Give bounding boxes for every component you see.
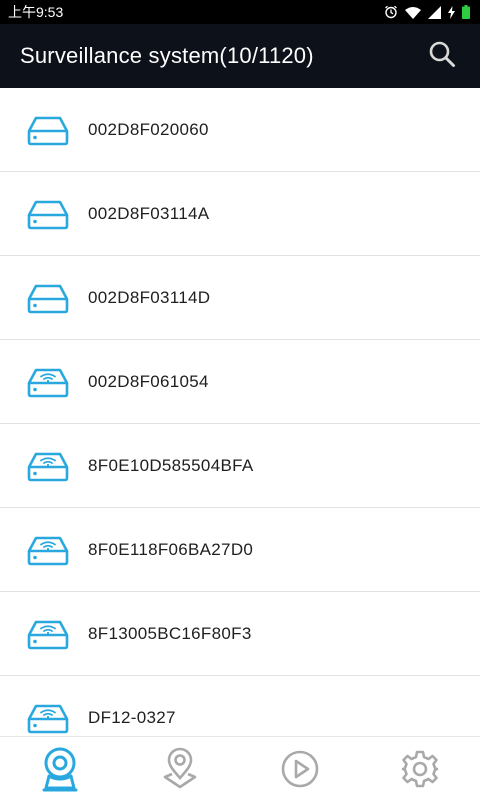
search-icon [428,40,456,73]
device-row[interactable]: 002D8F020060 [0,88,480,172]
device-row[interactable]: 8F13005BC16F80F3 [0,592,480,676]
device-name: 002D8F03114D [88,287,211,307]
battery-icon [462,5,470,19]
wireless-nvr-icon [26,702,70,734]
gear-icon [400,749,440,789]
wireless-nvr-icon [26,450,70,482]
device-name: 8F0E10D585504BFA [88,455,254,475]
camera-user-icon [41,746,79,792]
status-icons [384,5,470,19]
nav-map[interactable] [150,739,210,799]
map-pin-icon [162,747,198,791]
status-time: 上午9:53 [8,4,64,20]
device-name: 8F13005BC16F80F3 [88,623,252,643]
device-name: 002D8F03114A [88,203,210,223]
wifi-icon [405,6,421,19]
device-row[interactable]: 8F0E10D585504BFA [0,424,480,508]
device-name: DF12-0327 [88,707,176,727]
nvr-icon [26,114,70,146]
wireless-nvr-icon [26,366,70,398]
nav-settings[interactable] [390,739,450,799]
play-icon [280,749,320,789]
status-bar: 上午9:53 [0,0,480,24]
nvr-icon [26,282,70,314]
search-button[interactable] [424,38,460,74]
device-name: 002D8F020060 [88,119,209,139]
app-header: Surveillance system(10/1120) [0,24,480,88]
wireless-nvr-icon [26,618,70,650]
alarm-icon [384,5,398,19]
signal-icon [428,5,441,19]
device-list[interactable]: 002D8F020060 002D8F03114A 002D8F03114D 002D… [0,88,480,736]
device-name: 8F0E118F06BA27D0 [88,539,254,559]
nav-devices[interactable] [30,739,90,799]
device-name: 002D8F061054 [88,371,209,391]
bottom-nav [0,736,480,800]
device-row[interactable]: 002D8F061054 [0,340,480,424]
nav-playback[interactable] [270,739,330,799]
charging-icon [448,5,455,19]
device-row[interactable]: 002D8F03114D [0,256,480,340]
page-title: Surveillance system(10/1120) [20,43,314,68]
device-row[interactable]: 8F0E118F06BA27D0 [0,508,480,592]
device-row[interactable]: DF12-0327 [0,676,480,736]
device-row[interactable]: 002D8F03114A [0,172,480,256]
wireless-nvr-icon [26,534,70,566]
nvr-icon [26,198,70,230]
